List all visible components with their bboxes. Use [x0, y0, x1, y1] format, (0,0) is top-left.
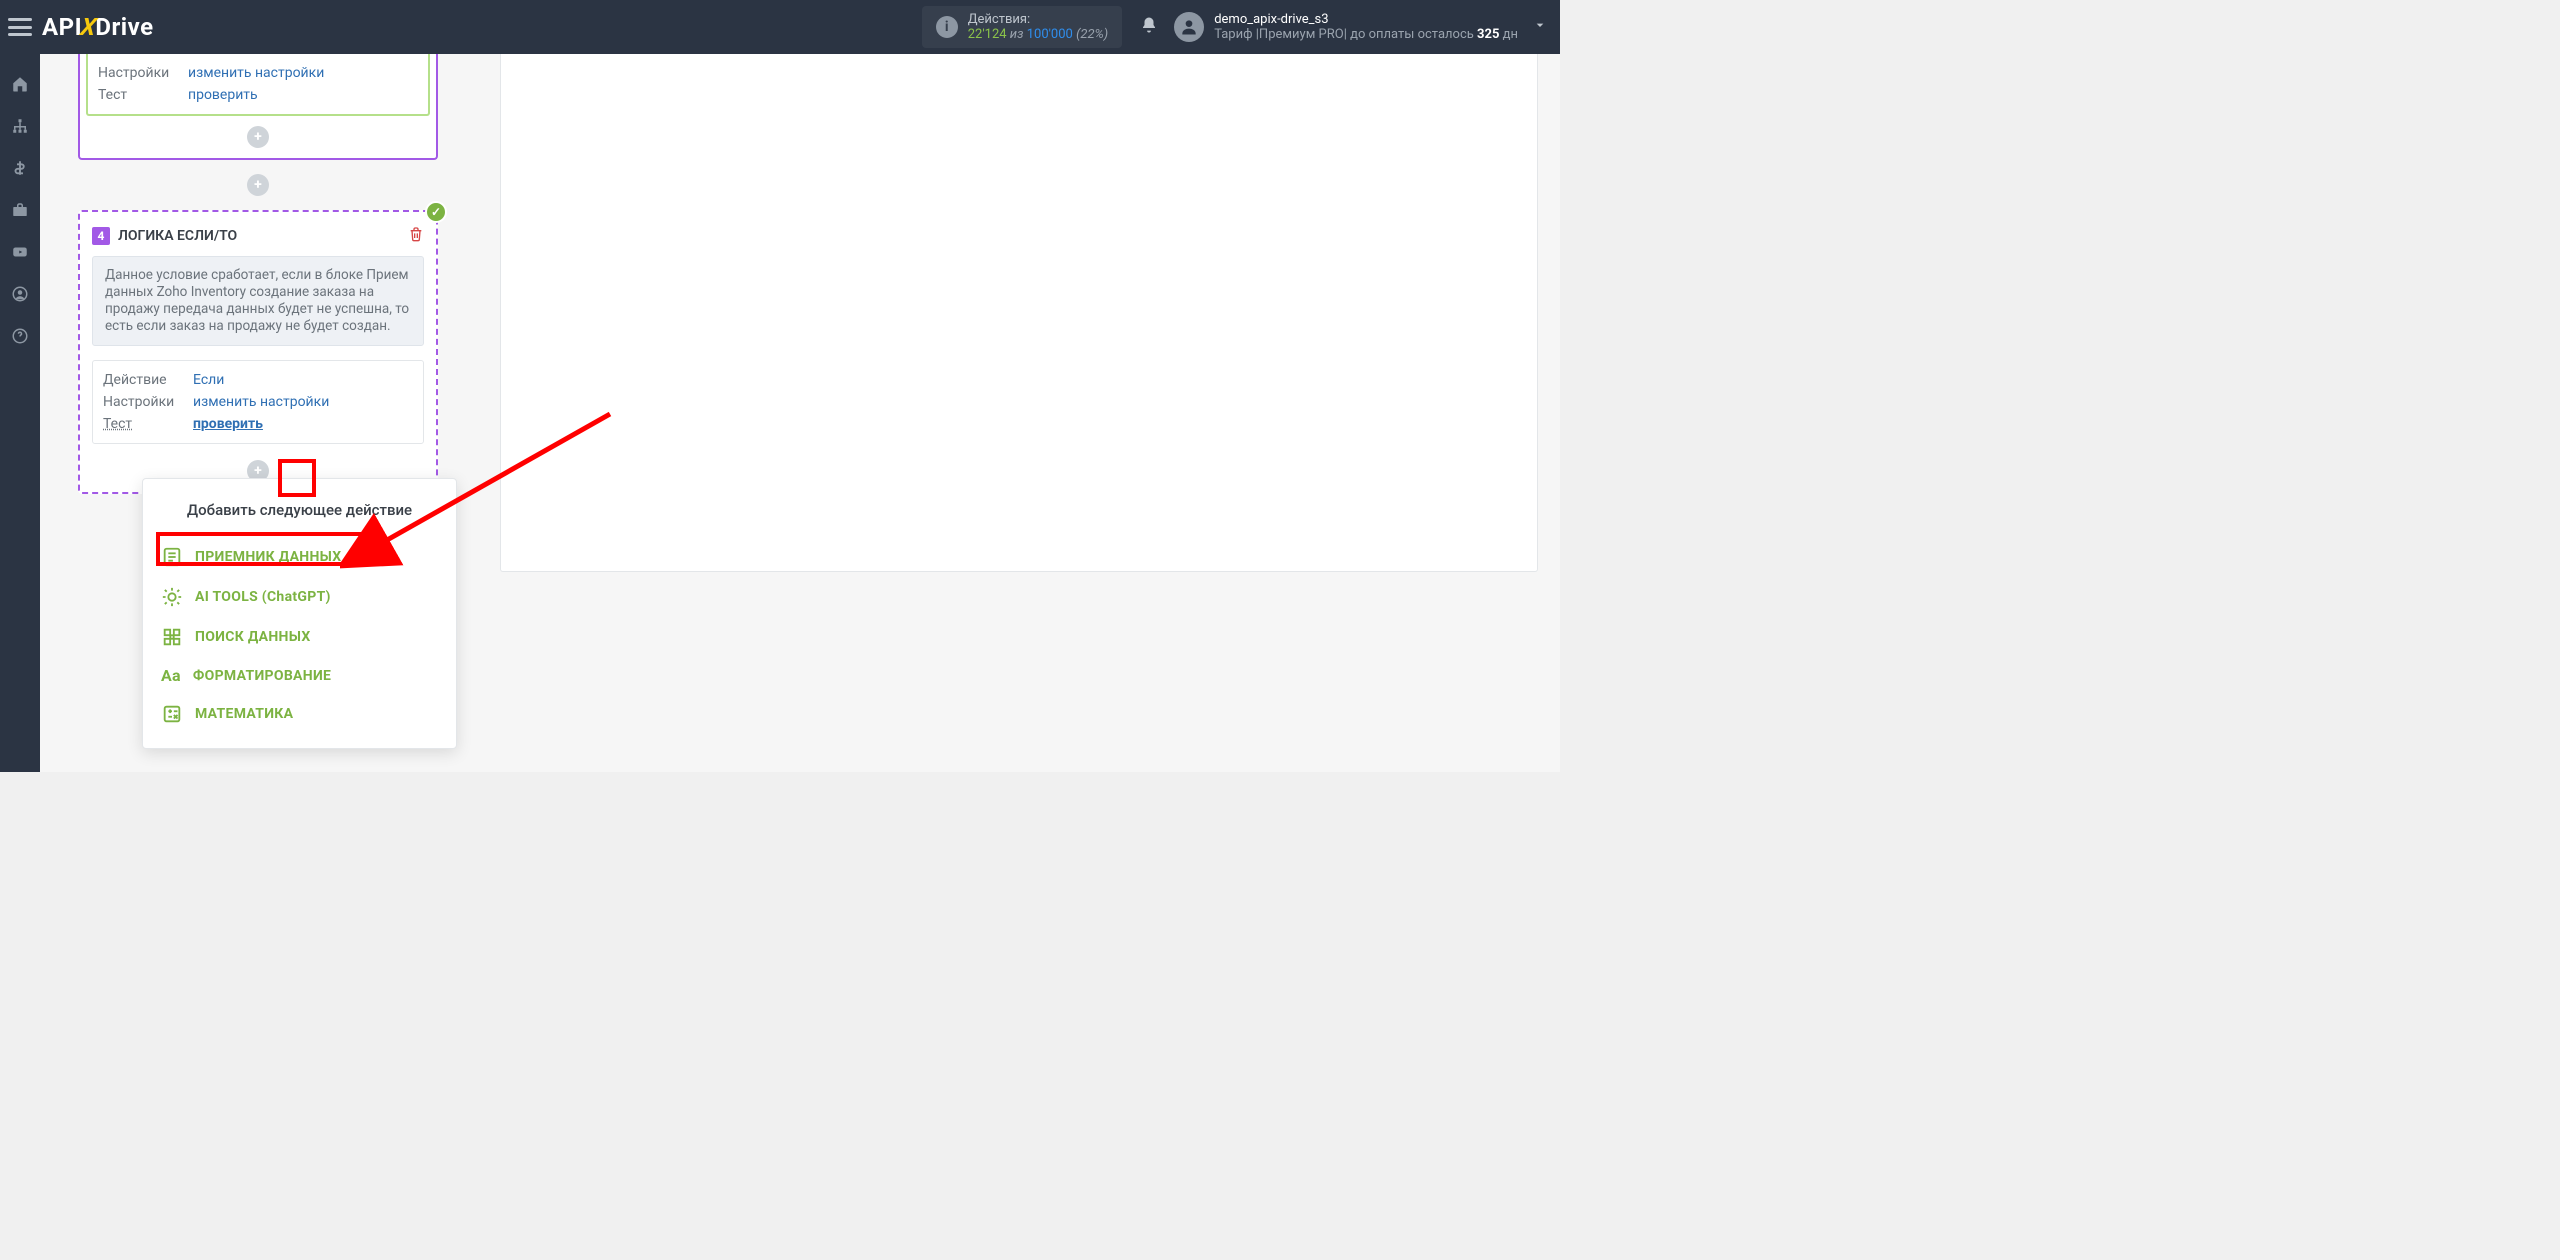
- popup-item-label: МАТЕМАТИКА: [195, 706, 293, 722]
- popup-item-math[interactable]: МАТЕМАТИКА: [143, 694, 456, 734]
- popup-item-label: ПРИЕМНИК ДАННЫХ: [195, 549, 341, 565]
- sidebar: [0, 54, 40, 772]
- prev-step-card: Настройки изменить настройки Тест проверит…: [78, 54, 438, 160]
- prev-test-label: Тест: [98, 84, 178, 106]
- main-area: Настройки изменить настройки Тест проверит…: [40, 54, 1560, 772]
- add-between-button[interactable]: [247, 174, 269, 196]
- logo-text-drive: Drive: [95, 13, 153, 41]
- prev-settings-label: Настройки: [98, 62, 178, 84]
- step-settings: Действие Если Настройки изменить настройки…: [92, 360, 424, 444]
- action-label: Действие: [103, 369, 183, 391]
- step-title: ЛОГИКА ЕСЛИ/ТО: [118, 228, 400, 244]
- bell-icon[interactable]: [1140, 16, 1158, 39]
- popup-item-search[interactable]: ПОИСК ДАННЫХ: [143, 617, 456, 657]
- sidebar-briefcase-icon[interactable]: [0, 192, 40, 228]
- add-inner-button[interactable]: [247, 126, 269, 148]
- flow-column: Настройки изменить настройки Тест проверит…: [78, 54, 438, 494]
- avatar-icon[interactable]: [1174, 12, 1204, 42]
- prev-test-link[interactable]: проверить: [188, 84, 258, 106]
- step-description: Данное условие сработает, если в блоке П…: [92, 256, 424, 346]
- info-icon: i: [936, 16, 958, 38]
- actions-value: 22'124 из 100'000 (22%): [968, 27, 1108, 42]
- sidebar-billing-icon[interactable]: [0, 150, 40, 186]
- test-label: Тест: [103, 413, 183, 435]
- popup-item-label: ПОИСК ДАННЫХ: [195, 629, 311, 645]
- add-action-popup: Добавить следующее действие ПРИЕМНИК ДАН…: [142, 478, 457, 749]
- popup-title: Добавить следующее действие: [143, 493, 456, 537]
- settings-label: Настройки: [103, 391, 183, 413]
- content-panel: [500, 54, 1538, 572]
- actions-label: Действия:: [968, 12, 1108, 27]
- prev-settings-link[interactable]: изменить настройки: [188, 62, 324, 84]
- user-block[interactable]: demo_apix-drive_s3 Тариф |Премиум PRO| д…: [1214, 12, 1518, 42]
- delete-icon[interactable]: [408, 226, 424, 246]
- settings-link[interactable]: изменить настройки: [193, 391, 329, 413]
- sidebar-help-icon[interactable]: [0, 318, 40, 354]
- chevron-down-icon[interactable]: [1532, 17, 1548, 37]
- top-header: APIXDrive i Действия: 22'124 из 100'000 …: [0, 0, 1560, 54]
- step-number: 4: [92, 227, 110, 245]
- sidebar-connections-icon[interactable]: [0, 108, 40, 144]
- user-tariff: Тариф |Премиум PRO| до оплаты осталось 3…: [1214, 27, 1518, 42]
- test-link[interactable]: проверить: [193, 413, 263, 435]
- popup-item-label: AI TOOLS (ChatGPT): [195, 589, 331, 605]
- logo-text-api: API: [42, 13, 82, 41]
- sidebar-user-icon[interactable]: [0, 276, 40, 312]
- format-icon: Aa: [161, 666, 181, 685]
- logic-card: 4 ЛОГИКА ЕСЛИ/ТО Данное условие сработае…: [78, 210, 438, 494]
- popup-item-ai[interactable]: AI TOOLS (ChatGPT): [143, 577, 456, 617]
- logo[interactable]: APIXDrive: [42, 13, 154, 41]
- sidebar-home-icon[interactable]: [0, 66, 40, 102]
- action-value[interactable]: Если: [193, 369, 224, 391]
- actions-counter[interactable]: i Действия: 22'124 из 100'000 (22%): [922, 6, 1122, 48]
- popup-item-format[interactable]: Aa ФОРМАТИРОВАНИЕ: [143, 657, 456, 694]
- menu-icon[interactable]: [8, 18, 32, 36]
- popup-item-receiver[interactable]: ПРИЕМНИК ДАННЫХ: [143, 537, 456, 577]
- sidebar-video-icon[interactable]: [0, 234, 40, 270]
- user-name: demo_apix-drive_s3: [1214, 12, 1518, 27]
- popup-item-label: ФОРМАТИРОВАНИЕ: [193, 668, 331, 684]
- check-badge-icon: [425, 201, 447, 223]
